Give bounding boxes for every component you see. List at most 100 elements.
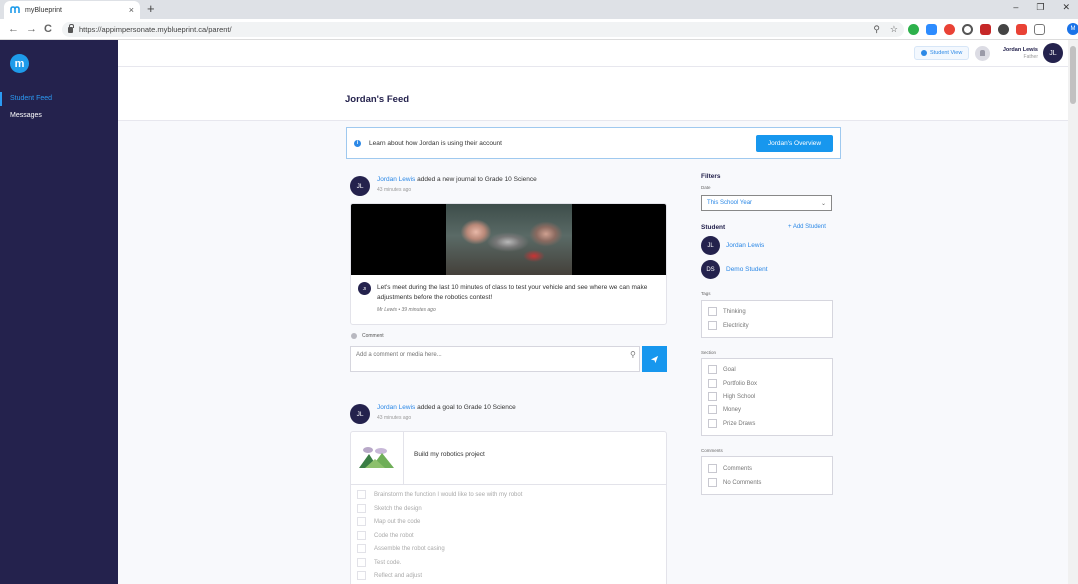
myblueprint-logo[interactable]: m (10, 54, 29, 73)
page-extension-icon[interactable] (1034, 23, 1045, 35)
bookmark-star-icon[interactable]: ☆ (890, 24, 898, 35)
comments-option[interactable]: Comments (708, 464, 752, 473)
student-filter-item[interactable]: DS Demo Student (701, 260, 768, 279)
section-label: High School (723, 393, 756, 400)
tag-option[interactable]: Electricity (708, 321, 749, 330)
goal-task[interactable]: Assemble the robot casing (357, 544, 445, 553)
window-controls: – ❐ ✕ (1013, 2, 1070, 13)
student-view-button[interactable]: Student View (914, 46, 970, 60)
zoom-icon[interactable]: ⚲ (873, 24, 880, 35)
comment-label: Comment (362, 333, 384, 339)
section-checkbox[interactable] (708, 379, 717, 388)
send-comment-button[interactable] (642, 346, 667, 372)
send-icon (650, 355, 659, 363)
task-label: Brainstorm the function I would like to … (374, 491, 523, 498)
section-filter-label: Section (701, 350, 717, 355)
goal-task[interactable]: Sketch the design (357, 504, 422, 513)
task-label: Map out the code (374, 518, 421, 525)
post-avatar[interactable]: JL (350, 176, 370, 196)
section-option[interactable]: High School (708, 392, 755, 401)
browser-tab[interactable]: myBlueprint × (4, 1, 140, 19)
page-scrollbar[interactable] (1068, 40, 1078, 584)
comments-option[interactable]: No Comments (708, 478, 761, 487)
url-text[interactable]: https://appimpersonate.myblueprint.ca/pa… (79, 25, 863, 34)
back-icon[interactable]: ← (8, 22, 19, 36)
tag-label: Thinking (723, 308, 746, 315)
task-checkbox[interactable] (357, 544, 366, 553)
post-avatar[interactable]: JL (350, 404, 370, 424)
overview-button[interactable]: Jordan's Overview (756, 134, 833, 152)
task-checkbox[interactable] (357, 490, 366, 499)
profile-avatar[interactable]: M (1067, 23, 1078, 35)
tag-option[interactable]: Thinking (708, 307, 746, 316)
task-checkbox[interactable] (357, 558, 366, 567)
student-filter-item[interactable]: JL Jordan Lewis (701, 236, 764, 255)
restore-icon[interactable]: ❐ (1036, 2, 1044, 13)
task-checkbox[interactable] (357, 571, 366, 580)
sync-extension-icon[interactable] (998, 23, 1009, 35)
evernote-extension-icon[interactable] (908, 23, 919, 35)
section-checkbox[interactable] (708, 365, 717, 374)
post-author-link[interactable]: Jordan Lewis (377, 176, 415, 183)
sidebar: m Student Feed Messages (0, 40, 118, 584)
goal-card-header[interactable]: Build my robotics project (351, 432, 666, 485)
attach-paperclip-icon[interactable]: ⚲ (630, 350, 636, 359)
add-student-link[interactable]: + Add Student (788, 224, 826, 230)
browser-toolbar: ← → C https://appimpersonate.myblueprint… (0, 19, 1078, 40)
grammar-extension-icon[interactable] (980, 23, 991, 35)
scrollbar-thumb[interactable] (1070, 46, 1076, 104)
goal-title: Build my robotics project (414, 451, 485, 458)
info-banner-text: Learn about how Jordan is using their ac… (369, 139, 502, 147)
task-checkbox[interactable] (357, 517, 366, 526)
task-label: Sketch the design (374, 505, 422, 512)
zoom-extension-icon[interactable] (926, 23, 937, 35)
section-label: Money (723, 406, 742, 413)
date-filter-select[interactable]: This School Year ⌄ (701, 195, 832, 211)
forward-icon[interactable]: → (26, 22, 37, 36)
comment-input[interactable] (350, 346, 640, 372)
section-checkbox[interactable] (708, 419, 717, 428)
address-bar[interactable]: https://appimpersonate.myblueprint.ca/pa… (62, 22, 904, 37)
sidebar-item-messages[interactable]: Messages (0, 109, 118, 123)
section-option[interactable]: Prize Draws (708, 419, 755, 428)
tag-checkbox[interactable] (708, 321, 717, 330)
user-avatar[interactable]: JL (1043, 43, 1063, 63)
video-player[interactable] (351, 204, 666, 275)
student-name[interactable]: Jordan Lewis (726, 242, 764, 249)
calendar-extension-icon[interactable] (1016, 23, 1027, 35)
post-action: added a new journal to Grade 10 Science (415, 176, 537, 183)
date-filter-label: Date (701, 185, 711, 190)
comments-checkbox[interactable] (708, 478, 717, 487)
reload-icon[interactable]: C (44, 22, 52, 36)
tab-close-icon[interactable]: × (129, 5, 134, 15)
task-checkbox[interactable] (357, 531, 366, 540)
tag-checkbox[interactable] (708, 307, 717, 316)
minimize-icon[interactable]: – (1013, 2, 1018, 13)
record-extension-icon[interactable] (944, 23, 955, 35)
task-checkbox[interactable] (357, 504, 366, 513)
accessibility-extension-icon[interactable] (962, 23, 973, 35)
app-header: Student View Jordan Lewis Father JL (118, 40, 1068, 67)
goal-task[interactable]: Code the robot (357, 531, 414, 540)
tag-label: Electricity (723, 322, 749, 329)
sidebar-item-student-feed[interactable]: Student Feed (0, 92, 118, 106)
comments-checkbox[interactable] (708, 464, 717, 473)
goal-task[interactable]: Reflect and adjust (357, 571, 422, 580)
comments-filter-box: Comments No Comments (701, 456, 833, 495)
section-option[interactable]: Goal (708, 365, 736, 374)
close-window-icon[interactable]: ✕ (1062, 2, 1070, 13)
student-view-label: Student View (930, 50, 963, 56)
post-author-link[interactable]: Jordan Lewis (377, 404, 415, 411)
student-name[interactable]: Demo Student (726, 266, 768, 273)
section-checkbox[interactable] (708, 405, 717, 414)
post-header: Jordan Lewis added a new journal to Grad… (377, 176, 537, 183)
section-option[interactable]: Money (708, 405, 741, 414)
new-tab-button[interactable]: + (147, 1, 155, 17)
section-checkbox[interactable] (708, 392, 717, 401)
goal-task[interactable]: Map out the code (357, 517, 420, 526)
goal-task[interactable]: Test code. (357, 558, 401, 567)
comment-toggle[interactable]: Comment (351, 333, 384, 339)
section-option[interactable]: Portfolio Box (708, 379, 757, 388)
task-label: Code the robot (374, 532, 414, 539)
goal-task[interactable]: Brainstorm the function I would like to … (357, 490, 522, 499)
